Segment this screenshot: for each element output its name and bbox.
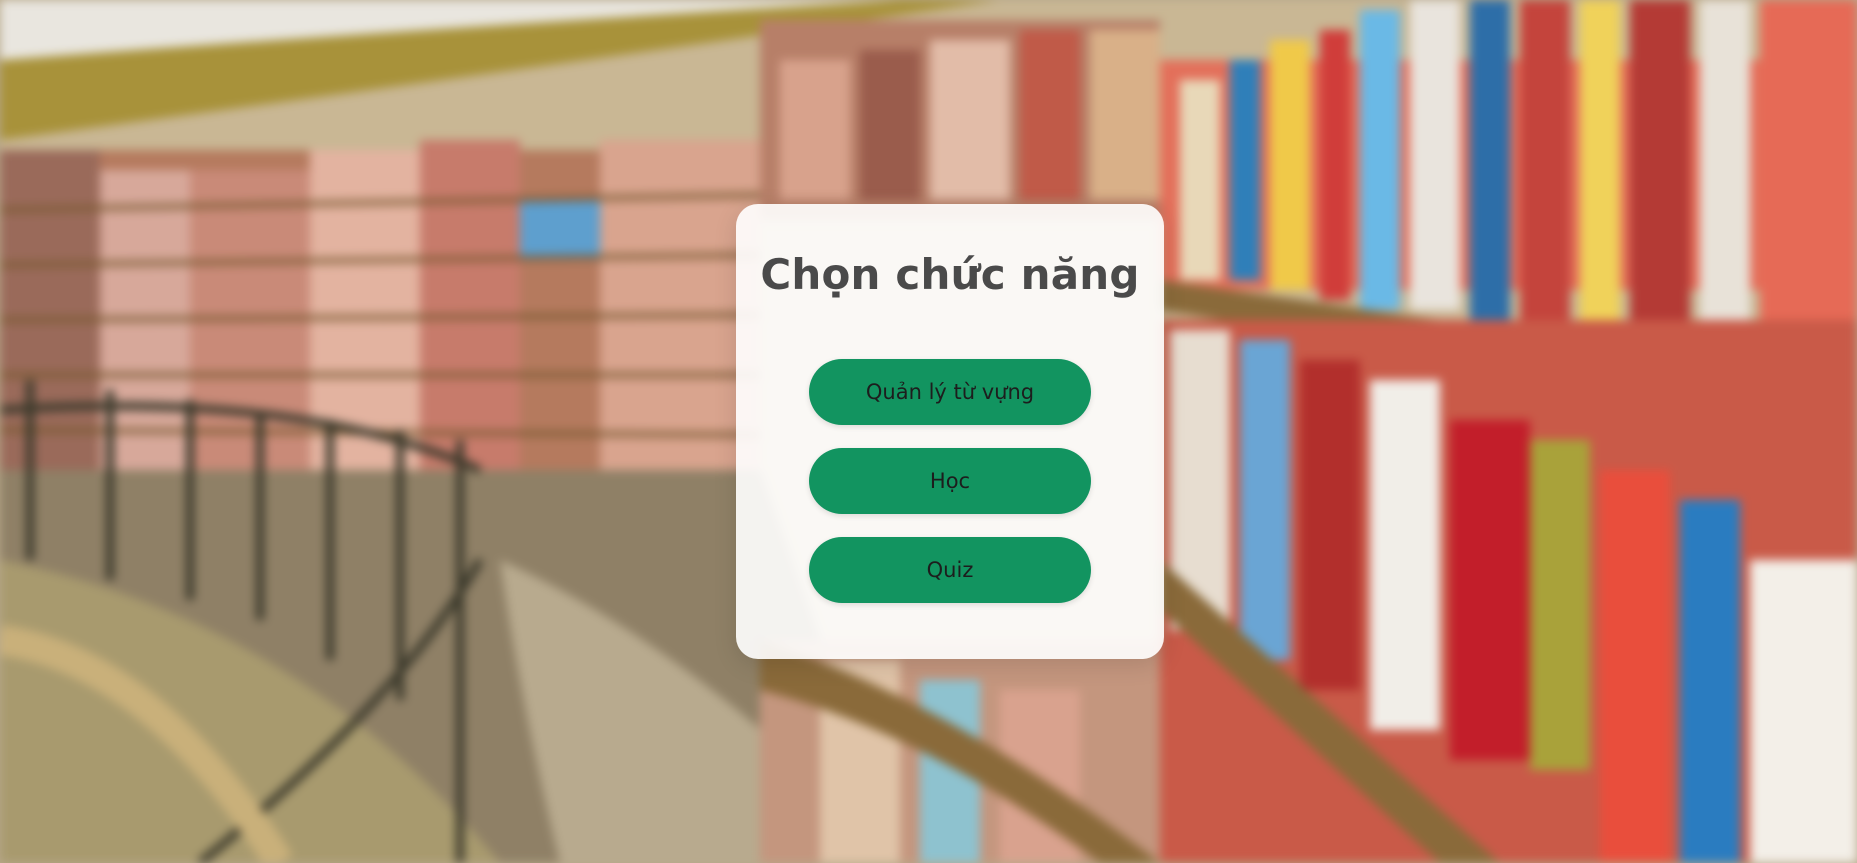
vocabulary-management-button[interactable]: Quản lý từ vựng [809,359,1091,425]
learn-button[interactable]: Học [809,448,1091,514]
function-select-card: Chọn chức năng Quản lý từ vựng Học Quiz [736,204,1164,659]
quiz-button[interactable]: Quiz [809,537,1091,603]
card-title: Chọn chức năng [760,250,1140,299]
